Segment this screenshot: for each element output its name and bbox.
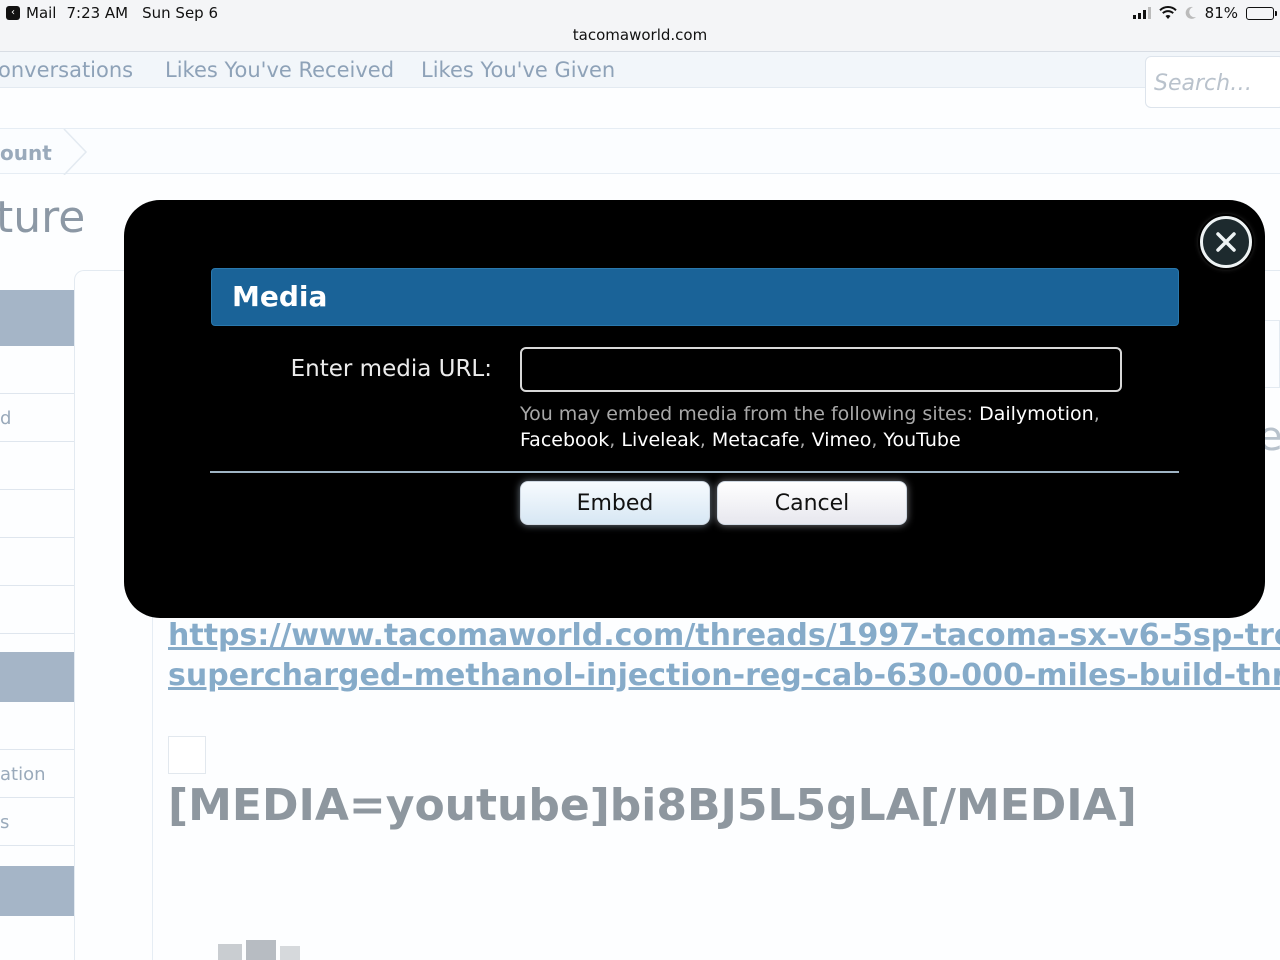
- search-placeholder: Search…: [1154, 71, 1253, 96]
- sidebar-item[interactable]: [0, 538, 74, 586]
- sidebar-item[interactable]: [0, 586, 74, 634]
- sidebar: d ation s: [0, 290, 74, 960]
- engine-image-thumbnail: [218, 940, 300, 960]
- address-bar[interactable]: tacomaworld.com: [0, 26, 1280, 52]
- embed-button[interactable]: Embed: [520, 481, 710, 525]
- supported-sites-help: You may embed media from the following s…: [520, 403, 1100, 451]
- breadcrumb-item-account[interactable]: ount: [0, 141, 52, 165]
- status-right: 81%: [1132, 4, 1277, 22]
- close-dialog-button[interactable]: [1200, 216, 1252, 268]
- battery-icon: [1246, 6, 1277, 20]
- sidebar-item[interactable]: [0, 490, 74, 538]
- dialog-title: Media: [232, 280, 328, 313]
- close-icon: [1216, 232, 1236, 252]
- breadcrumb: ount: [0, 128, 1280, 175]
- image-placeholder: [168, 736, 206, 774]
- nav-tab-likes-given[interactable]: Likes You've Given: [421, 58, 615, 82]
- do-not-disturb-moon-icon: [1185, 6, 1196, 19]
- sidebar-item[interactable]: [0, 442, 74, 490]
- status-date: Sun Sep 6: [142, 4, 219, 22]
- site-facebook: Facebook: [520, 429, 610, 451]
- site-vimeo: Vimeo: [811, 429, 872, 451]
- sidebar-section-header: [0, 290, 74, 346]
- account-nav: onversations Likes You've Received Likes…: [0, 52, 1280, 88]
- sidebar-item[interactable]: d: [0, 394, 74, 442]
- wifi-icon: [1158, 6, 1177, 19]
- sidebar-item[interactable]: [0, 346, 74, 394]
- nav-tab-likes-received[interactable]: Likes You've Received: [165, 58, 394, 82]
- dialog-divider: [210, 471, 1179, 473]
- site-liveleak: Liveleak: [621, 429, 700, 451]
- nav-tab-conversations[interactable]: onversations: [0, 58, 133, 82]
- status-bar: ‹ Mail 7:23 AM Sun Sep 6 81%: [0, 0, 1280, 26]
- thread-link-line-2[interactable]: supercharged-methanol-injection-reg-cab-…: [168, 658, 1280, 693]
- status-left: ‹ Mail 7:23 AM Sun Sep 6: [6, 4, 218, 22]
- sidebar-section-header: [0, 866, 74, 916]
- back-to-app-icon[interactable]: ‹: [6, 6, 20, 20]
- cellular-signal-icon: [1132, 7, 1151, 19]
- right-edge-panel: [1264, 320, 1280, 388]
- cancel-button[interactable]: Cancel: [717, 481, 907, 525]
- search-input[interactable]: Search…: [1145, 56, 1280, 108]
- site-youtube: YouTube: [883, 429, 961, 451]
- sidebar-item[interactable]: ation: [0, 750, 74, 798]
- back-app-label[interactable]: Mail: [26, 4, 56, 22]
- sidebar-item[interactable]: s: [0, 798, 74, 846]
- media-bbcode: [MEDIA=youtube]bi8BJ5L5gLA[/MEDIA]: [168, 780, 1137, 831]
- address-bar-url[interactable]: tacomaworld.com: [573, 26, 707, 44]
- battery-percent: 81%: [1204, 4, 1238, 22]
- help-prefix: You may embed media from the following s…: [520, 403, 980, 425]
- sidebar-section-header: [0, 652, 74, 702]
- page-title: ture: [0, 192, 86, 243]
- media-url-input[interactable]: [520, 347, 1122, 392]
- sidebar-item[interactable]: [0, 702, 74, 750]
- thread-link-line-1[interactable]: https://www.tacomaworld.com/threads/1997…: [168, 618, 1280, 653]
- site-dailymotion: Dailymotion: [979, 403, 1094, 425]
- breadcrumb-arrow-icon: [63, 129, 88, 175]
- media-url-label: Enter media URL:: [290, 356, 492, 382]
- status-time: 7:23 AM: [66, 4, 129, 22]
- site-metacafe: Metacafe: [711, 429, 800, 451]
- dialog-header: Media: [211, 268, 1179, 326]
